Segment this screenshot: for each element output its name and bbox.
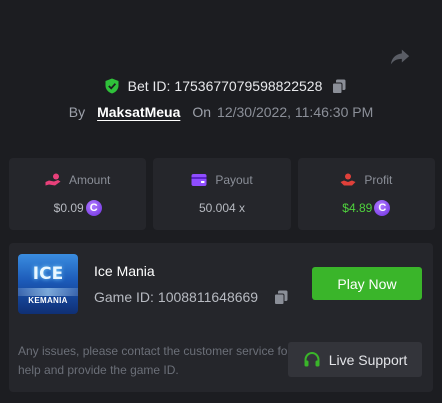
currency-coin-icon: C [85,200,102,216]
game-thumbnail[interactable]: ICE KEMANIA [18,254,78,314]
game-id-row: Game ID: 1008811648669 [94,289,288,305]
support-notice: Any issues, please contact the customer … [18,344,292,377]
bet-id-row: Bet ID: 1753677079598822528 [0,76,442,96]
payout-label: Payout [215,173,253,187]
game-id-label: Game ID: [94,289,154,305]
bet-id-value: 1753677079598822528 [174,78,323,94]
amount-value: $0.09 [53,201,84,215]
wallet-icon [191,174,207,186]
copy-icon[interactable] [332,79,346,94]
game-card: ICE KEMANIA Ice Mania Game ID: 100881164… [9,243,433,392]
bet-stats: Amount $0.09 C Payout 50.004 x Profit $4… [9,158,435,230]
share-icon[interactable] [389,46,411,68]
amount-label: Amount [68,173,111,187]
by-label: By [68,104,86,120]
payout-value: 50.004 x [198,201,246,215]
play-now-button[interactable]: Play Now [312,267,422,300]
profit-value: $4.89 [342,201,373,215]
profit-hand-icon [340,173,356,186]
bet-id-label: Bet ID: [127,78,171,94]
bet-datetime: 12/30/2022, 11:46:30 PM [217,104,374,120]
username-link[interactable]: MaksatMeua [97,104,180,120]
thumbnail-subtitle: KEMANIA [28,296,68,305]
bet-details-page: Bet ID: 1753677079598822528 By MaksatMeu… [0,0,442,403]
thumbnail-snow [18,288,78,296]
on-label: On [192,104,212,120]
amount-card: Amount $0.09 C [9,158,147,230]
copy-icon[interactable] [274,290,288,305]
live-support-button[interactable]: Live Support [288,342,422,377]
headset-icon [304,351,320,366]
payout-card: Payout 50.004 x [153,158,291,230]
coins-hand-icon [45,173,61,186]
profit-label: Profit [364,173,393,187]
live-support-label: Live Support [328,351,408,368]
currency-coin-icon: C [374,200,391,216]
game-id-value: 1008811648669 [157,289,259,305]
bet-meta-row: By MaksatMeua On 12/30/2022, 11:46:30 PM [0,102,442,122]
game-name: Ice Mania [94,263,155,279]
thumbnail-title: ICE [32,264,64,284]
verified-shield-icon [105,78,119,94]
profit-card: Profit $4.89 C [297,158,435,230]
